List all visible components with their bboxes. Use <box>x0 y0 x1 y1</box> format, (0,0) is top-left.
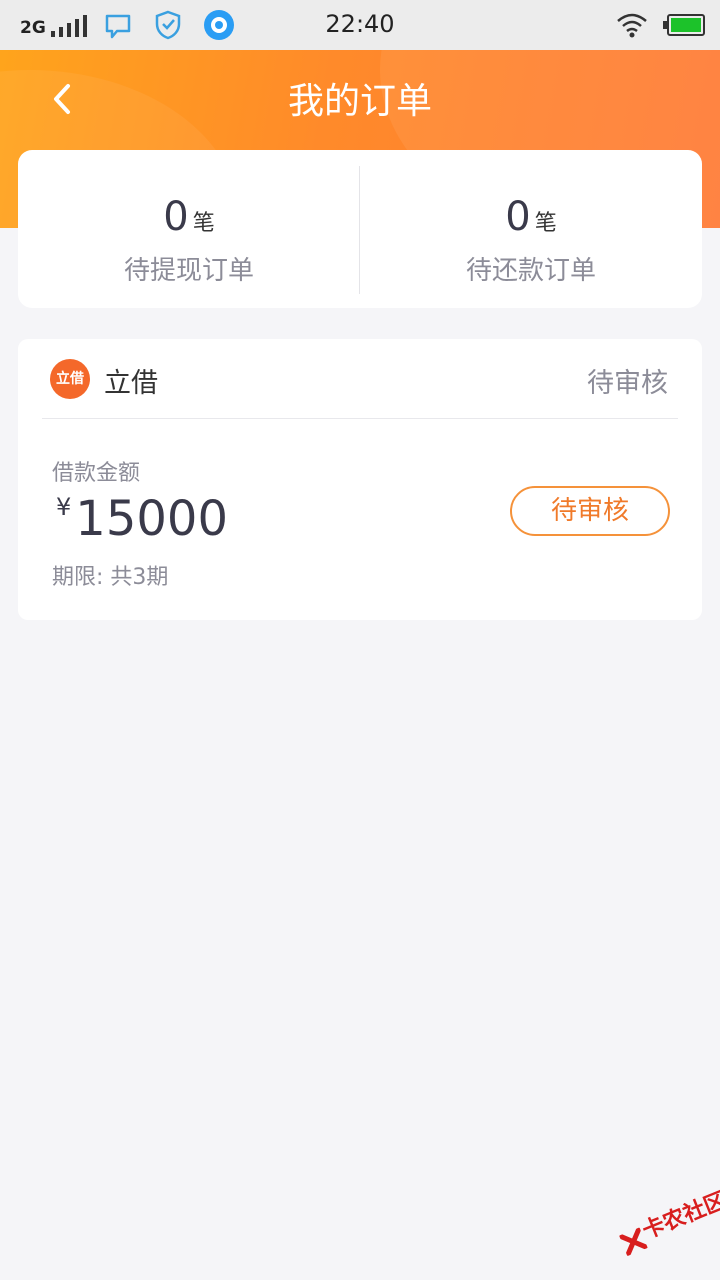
pending-repayment-summary[interactable]: 0笔 待还款订单 <box>360 150 702 308</box>
loan-amount: 15000 <box>75 491 228 547</box>
battery-icon <box>663 14 705 36</box>
pending-withdrawal-label: 待提现订单 <box>123 256 254 286</box>
amount-label: 借款金额 <box>52 461 141 486</box>
clock: 22:40 <box>325 10 395 38</box>
watermark-text: 卡农社区 <box>639 1188 720 1245</box>
order-card[interactable]: 立借 立借 待审核 借款金额 ¥15000 期限: 共3期 待审核 <box>18 339 702 620</box>
count-unit: 笔 <box>192 211 215 236</box>
pending-withdrawal-summary[interactable]: 0笔 待提现订单 <box>18 150 360 308</box>
currency-symbol: ¥ <box>56 493 72 521</box>
pending-repayment-count-line: 0笔 <box>360 194 702 240</box>
count-unit: 笔 <box>534 211 557 236</box>
pending-withdrawal-count: 0 <box>163 194 189 240</box>
amount-line: ¥15000 <box>56 491 228 547</box>
page-title: 我的订单 <box>287 81 432 122</box>
pending-withdrawal-count-line: 0笔 <box>18 194 360 240</box>
lender-logo: 立借 <box>50 359 90 399</box>
order-summary-card: 0笔 待提现订单 0笔 待还款订单 <box>18 150 702 308</box>
order-status: 待审核 <box>587 368 668 399</box>
card-divider <box>42 418 678 419</box>
lender-name: 立借 <box>104 368 158 399</box>
pending-review-button[interactable]: 待审核 <box>510 486 670 536</box>
pending-repayment-count: 0 <box>505 194 531 240</box>
loan-term: 期限: 共3期 <box>52 565 169 590</box>
pending-repayment-label: 待还款订单 <box>465 256 596 286</box>
watermark: 卡农社区 <box>605 1179 720 1270</box>
status-bar: 2G 22:40 <box>0 0 720 50</box>
wifi-icon <box>617 13 647 38</box>
